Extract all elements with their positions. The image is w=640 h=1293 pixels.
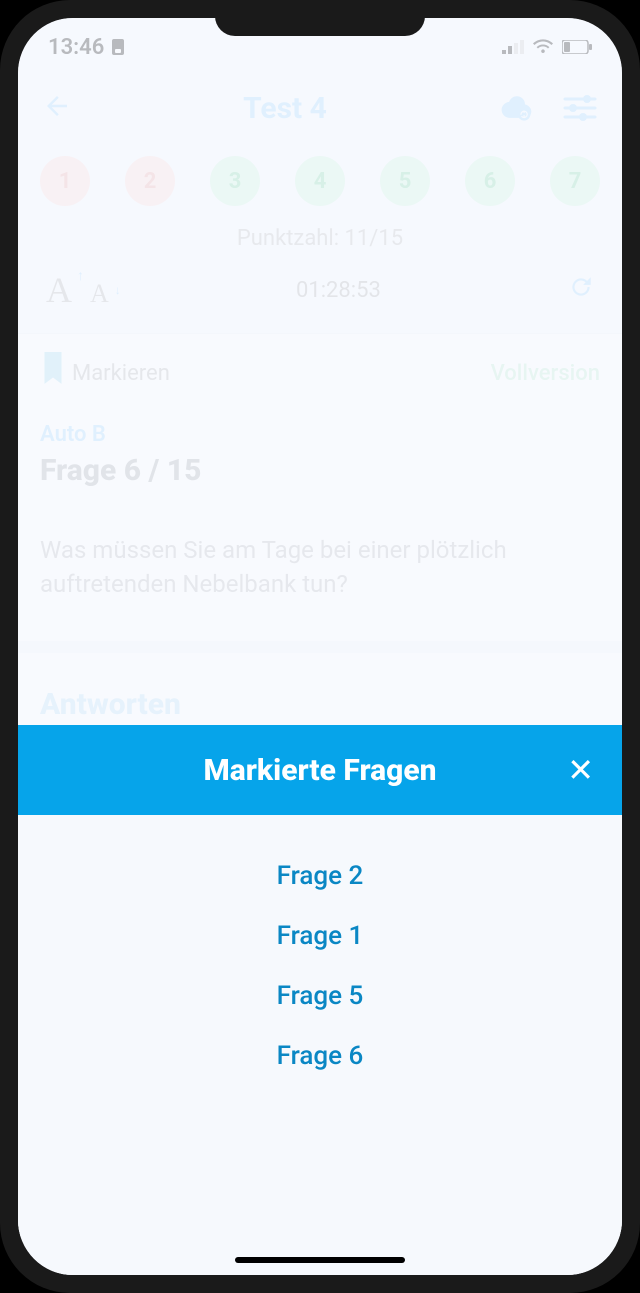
question-counter: Frage 6 / 15 bbox=[40, 453, 600, 488]
modal-item[interactable]: Frage 2 bbox=[277, 861, 364, 891]
bubble-7[interactable]: 7 bbox=[550, 156, 600, 206]
modal-item[interactable]: Frage 6 bbox=[277, 1041, 364, 1071]
timer: 01:28:53 bbox=[109, 278, 568, 303]
mark-row: Markieren Vollversion bbox=[40, 352, 600, 394]
modal-item[interactable]: Frage 1 bbox=[277, 921, 364, 951]
score-label: Punktzahl: 11/15 bbox=[18, 216, 622, 261]
device-frame: 13:46 Test 4 bbox=[0, 0, 640, 1293]
bubble-6[interactable]: 6 bbox=[465, 156, 515, 206]
font-decrease[interactable]: A bbox=[90, 279, 109, 309]
bubble-2[interactable]: 2 bbox=[125, 156, 175, 206]
notch bbox=[215, 0, 425, 36]
answers-heading: Antworten bbox=[18, 641, 622, 728]
question-category: Auto B bbox=[40, 422, 600, 447]
font-size-controls: A A bbox=[46, 269, 109, 311]
modal-header: Markierte Fragen ✕ bbox=[18, 725, 622, 815]
question-text: Was müssen Sie am Tage bei einer plötzli… bbox=[40, 534, 600, 601]
refresh-icon[interactable] bbox=[568, 274, 594, 306]
question-card: Markieren Vollversion Auto B Frage 6 / 1… bbox=[18, 333, 622, 641]
settings-icon[interactable] bbox=[562, 90, 598, 126]
bubble-3[interactable]: 3 bbox=[210, 156, 260, 206]
close-icon[interactable]: ✕ bbox=[567, 751, 594, 789]
modal-list: Frage 2 Frage 1 Frage 5 Frage 6 bbox=[18, 815, 622, 1117]
screen: 13:46 Test 4 bbox=[18, 18, 622, 1275]
bookmark-toggle[interactable]: Markieren bbox=[40, 352, 170, 394]
modal-item[interactable]: Frage 5 bbox=[277, 981, 364, 1011]
home-indicator[interactable] bbox=[235, 1257, 405, 1263]
status-left: 13:46 bbox=[48, 35, 126, 60]
bookmark-label: Markieren bbox=[72, 361, 170, 386]
font-increase[interactable]: A bbox=[46, 269, 72, 311]
modal-title: Markierte Fragen bbox=[203, 753, 436, 788]
battery-icon bbox=[562, 40, 592, 54]
bookmark-icon bbox=[40, 352, 66, 394]
bubble-4[interactable]: 4 bbox=[295, 156, 345, 206]
signal-icon bbox=[502, 40, 524, 54]
status-right bbox=[502, 39, 592, 55]
question-bubbles: 1 2 3 4 5 6 7 bbox=[18, 138, 622, 216]
bubble-5[interactable]: 5 bbox=[380, 156, 430, 206]
app-header: Test 4 bbox=[18, 66, 622, 138]
wifi-icon bbox=[532, 39, 554, 55]
sim-icon bbox=[110, 37, 126, 57]
page-title: Test 4 bbox=[72, 91, 498, 126]
timer-row: A A 01:28:53 bbox=[18, 261, 622, 319]
back-button[interactable] bbox=[42, 91, 72, 125]
cloud-sync-icon[interactable] bbox=[498, 90, 534, 126]
bubble-1[interactable]: 1 bbox=[40, 156, 90, 206]
full-version-link[interactable]: Vollversion bbox=[491, 361, 600, 386]
marked-questions-modal: Markierte Fragen ✕ Frage 2 Frage 1 Frage… bbox=[18, 725, 622, 1275]
header-actions bbox=[498, 90, 598, 126]
status-time: 13:46 bbox=[48, 35, 104, 60]
